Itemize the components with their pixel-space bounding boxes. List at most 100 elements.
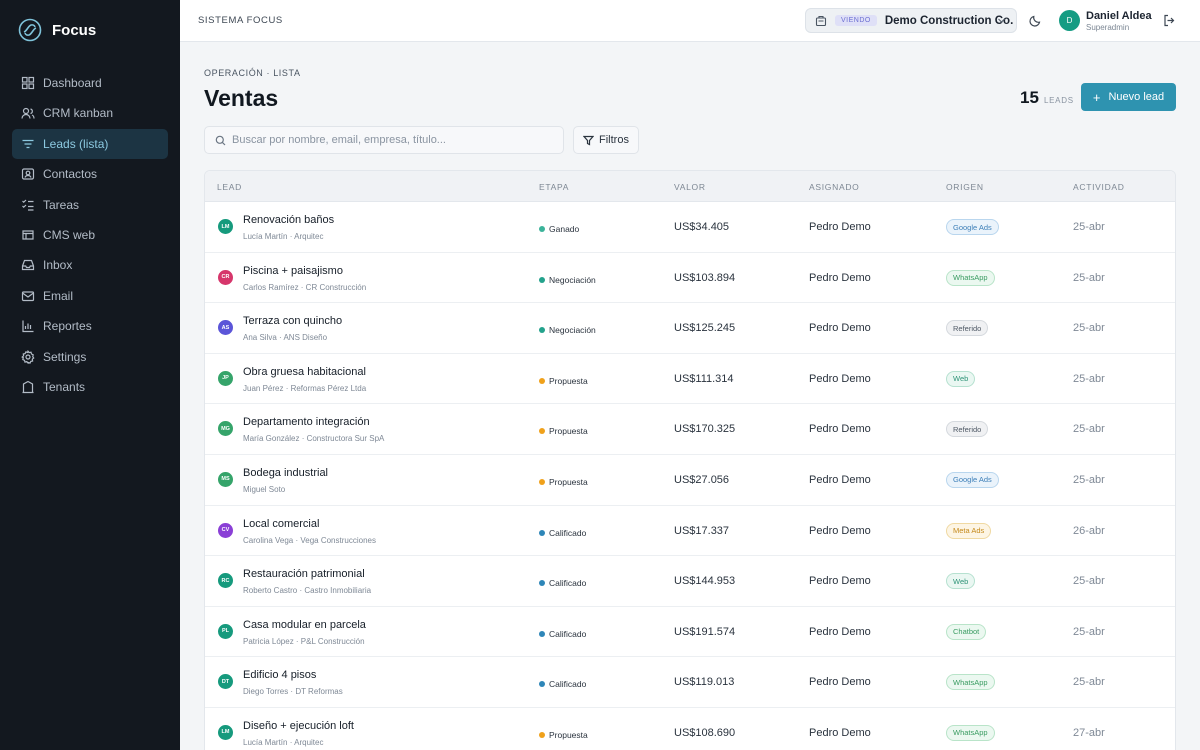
stage-label: Calificado xyxy=(549,527,587,538)
stage-cell: Calificado xyxy=(539,679,586,689)
column-header-lead[interactable]: LEAD xyxy=(217,182,242,192)
activity-cell: 25-abr xyxy=(1073,423,1105,436)
stage-dot-icon xyxy=(539,478,545,485)
column-header-valor[interactable]: VALOR xyxy=(674,182,706,192)
column-header-actividad[interactable]: ACTIVIDAD xyxy=(1073,182,1125,192)
new-lead-button[interactable]: + Nuevo lead xyxy=(1081,83,1176,111)
sidebar-item-crm-kanban[interactable]: CRM kanban xyxy=(12,98,168,128)
origin-badge: Chatbot xyxy=(946,623,987,640)
lead-title[interactable]: Departamento integración xyxy=(243,416,370,428)
lead-subtitle: Diego Torres · DT Reformas xyxy=(243,687,343,697)
stage-label: Negociación xyxy=(549,325,596,336)
stage-cell: Negociación xyxy=(539,325,596,335)
sidebar-item-tenants[interactable]: Tenants xyxy=(12,372,168,402)
activity-cell: 27-abr xyxy=(1073,726,1105,739)
building-icon xyxy=(22,380,34,394)
table-row[interactable]: AS Terraza con quincho Ana Silva · ANS Dis… xyxy=(205,303,1175,354)
avatar: MS xyxy=(218,471,233,487)
contact-card-icon xyxy=(21,168,35,180)
sidebar-item-label: Leads (lista) xyxy=(43,136,109,151)
brand-name: Focus xyxy=(52,21,97,39)
sidebar-item-label: Tenants xyxy=(43,379,86,394)
lead-subtitle: Patricia López · P&L Construcción xyxy=(243,636,365,646)
sidebar-item-contactos[interactable]: Contactos xyxy=(12,159,168,189)
table-header: LEAD ETAPA VALOR ASIGNADO ORIGEN ACTIVID… xyxy=(205,171,1175,202)
search-input[interactable] xyxy=(232,134,552,146)
moon-icon[interactable] xyxy=(1029,14,1042,27)
value-cell: US$119.013 xyxy=(674,676,735,689)
stage-dot-icon xyxy=(539,580,545,587)
brand[interactable]: Focus xyxy=(0,0,180,60)
stage-cell: Negociación xyxy=(539,275,596,285)
logout-icon[interactable] xyxy=(1163,14,1176,27)
activity-cell: 25-abr xyxy=(1073,221,1105,233)
sidebar-item-settings[interactable]: Settings xyxy=(12,342,168,372)
lead-title[interactable]: Piscina + paisajismo xyxy=(243,265,343,277)
stage-cell: Calificado xyxy=(539,528,586,538)
sidebar-item-inbox[interactable]: Inbox xyxy=(12,250,168,280)
sidebar-nav: Dashboard CRM kanban Leads (lista) Conta… xyxy=(0,68,180,402)
sidebar-item-leads-lista[interactable]: Leads (lista) xyxy=(12,128,168,159)
sidebar-item-cms-web[interactable]: CMS web xyxy=(12,220,168,250)
lead-title[interactable]: Casa modular en parcela xyxy=(243,619,366,631)
avatar: RC xyxy=(218,573,233,589)
sidebar-item-label: Dashboard xyxy=(43,76,102,90)
table-row[interactable]: LM Diseño + ejecución loft Lucía Martín · … xyxy=(205,708,1175,750)
assignee-cell: Pedro Demo xyxy=(809,221,871,233)
avatar: MG xyxy=(218,421,233,437)
value-cell: US$170.325 xyxy=(674,423,736,436)
lead-title[interactable]: Renovación baños xyxy=(243,214,334,226)
inbox-icon xyxy=(21,260,35,271)
assignee-cell: Pedro Demo xyxy=(809,726,871,739)
lead-title[interactable]: Bodega industrial xyxy=(243,467,328,479)
avatar: PL xyxy=(218,623,233,639)
filters-button[interactable]: Filtros xyxy=(573,126,639,154)
table-row[interactable]: RC Restauración patrimonial Roberto Castro… xyxy=(205,556,1175,607)
mail-icon xyxy=(21,291,35,301)
table-row[interactable]: DT Edificio 4 pisos Diego Torres · DT Refo… xyxy=(205,657,1175,708)
stage-cell: Calificado xyxy=(539,629,586,639)
stage-label: Propuesta xyxy=(549,375,588,386)
table-row[interactable]: MS Bodega industrial Miguel Soto Propuesta U… xyxy=(205,455,1175,506)
lead-title[interactable]: Obra gruesa habitacional xyxy=(243,366,366,378)
stage-cell: Propuesta xyxy=(539,376,588,386)
lead-title[interactable]: Local comercial xyxy=(243,518,319,530)
table-body: LM Renovación baños Lucía Martín · Arquite… xyxy=(205,202,1175,750)
table-row[interactable]: PL Casa modular en parcela Patricia López … xyxy=(205,607,1175,658)
lead-subtitle: Miguel Soto xyxy=(243,484,286,494)
table-row[interactable]: CV Local comercial Carolina Vega · Vega Co… xyxy=(205,506,1175,557)
origin-badge: Referido xyxy=(946,421,989,438)
activity-cell: 26-abr xyxy=(1073,524,1105,537)
sidebar-item-tareas[interactable]: Tareas xyxy=(12,190,168,220)
column-header-etapa[interactable]: ETAPA xyxy=(539,182,569,192)
sidebar-item-reportes[interactable]: Reportes xyxy=(12,311,168,341)
table-row[interactable]: CR Piscina + paisajismo Carlos Ramírez · C… xyxy=(205,253,1175,304)
origin-badge: Google Ads xyxy=(946,471,999,488)
stage-cell: Propuesta xyxy=(539,426,588,436)
stage-dot-icon xyxy=(539,276,545,283)
activity-cell: 25-abr xyxy=(1073,575,1105,588)
table-row[interactable]: LM Renovación baños Lucía Martín · Arquite… xyxy=(205,202,1175,253)
avatar[interactable]: D xyxy=(1059,10,1080,31)
stage-label: Propuesta xyxy=(549,476,588,487)
table-row[interactable]: JP Obra gruesa habitacional Juan Pérez · R… xyxy=(205,354,1175,405)
user-role: Superadmin xyxy=(1086,23,1130,32)
lead-subtitle: Juan Pérez · Reformas Pérez Ltda xyxy=(243,383,367,393)
sidebar-item-email[interactable]: Email xyxy=(12,281,168,311)
search-icon xyxy=(215,135,226,145)
tenant-selector[interactable]: VIENDO Demo Construction Co. xyxy=(805,8,1017,33)
stage-cell: Propuesta xyxy=(539,730,588,740)
column-header-origen[interactable]: ORIGEN xyxy=(946,182,984,192)
lead-title[interactable]: Edificio 4 pisos xyxy=(243,669,316,681)
origin-badge: Web xyxy=(946,573,976,590)
focus-logo-icon xyxy=(18,18,42,42)
lead-subtitle: Carolina Vega · Vega Construcciones xyxy=(243,535,376,545)
column-header-asignado[interactable]: ASIGNADO xyxy=(809,182,859,192)
lead-title[interactable]: Diseño + ejecución loft xyxy=(243,720,354,732)
sidebar-item-dashboard[interactable]: Dashboard xyxy=(12,68,168,98)
search-box[interactable] xyxy=(204,126,564,154)
lead-title[interactable]: Terraza con quincho xyxy=(243,315,342,327)
lead-title[interactable]: Restauración patrimonial xyxy=(243,568,365,580)
table-row[interactable]: MG Departamento integración María González… xyxy=(205,404,1175,455)
stage-cell: Propuesta xyxy=(539,477,588,487)
